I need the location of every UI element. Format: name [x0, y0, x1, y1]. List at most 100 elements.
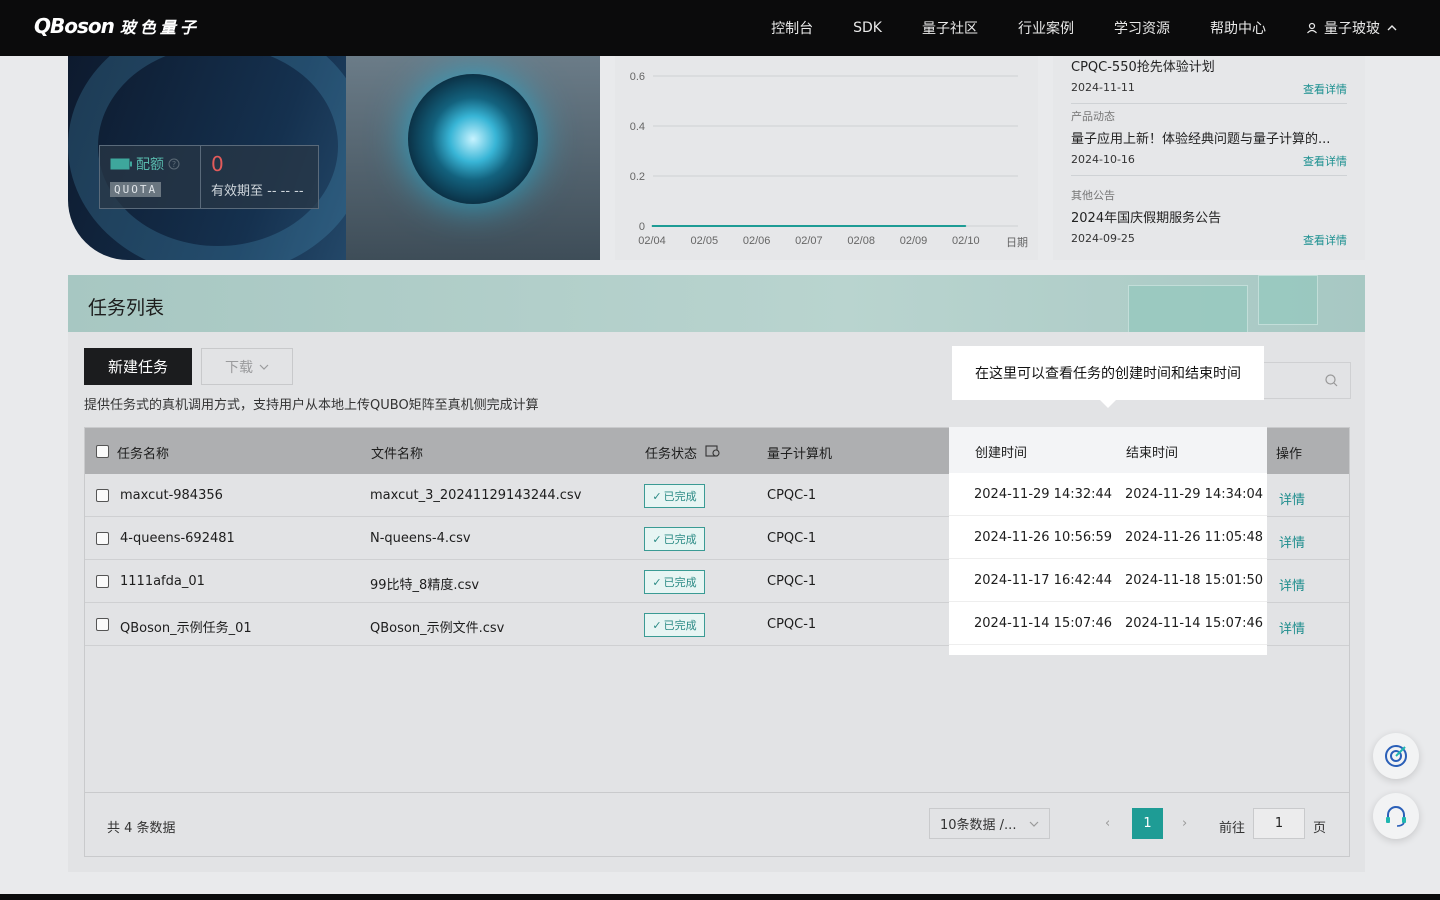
help-circle-icon[interactable]: ? [168, 158, 180, 170]
column-header-file-name: 文件名称 [371, 447, 424, 462]
quota-value: 0 [211, 152, 224, 176]
status-badge: ✓ 已完成 [644, 484, 705, 508]
user-icon [1307, 22, 1317, 34]
battery-icon [110, 158, 132, 170]
news-title[interactable]: 2024年国庆假期服务公告 [1071, 207, 1347, 226]
news-detail-link[interactable]: 查看详情 [1303, 153, 1347, 169]
hero-glow [408, 74, 538, 204]
svg-text:?: ? [172, 160, 176, 169]
news-detail-link[interactable]: 查看详情 [1303, 232, 1347, 248]
highlight-row: 2024-11-26 10:56:59 2024-11-26 11:05:48 [949, 516, 1267, 559]
x-tick-label: 02/08 [847, 235, 875, 247]
news-item: 其他公告 2024年国庆假期服务公告 2024-09-25 查看详情 [1071, 187, 1347, 254]
column-header-action: 操作 [1276, 447, 1303, 462]
search-icon[interactable] [1325, 374, 1338, 387]
news-detail-link[interactable]: 查看详情 [1303, 81, 1347, 97]
row-checkbox[interactable] [96, 618, 109, 631]
header-decoration [1128, 285, 1248, 332]
user-menu[interactable]: 量子玻玻 [1306, 18, 1398, 38]
news-date: 2024-10-16 [1071, 153, 1135, 166]
column-header-task-name: 任务名称 [117, 447, 170, 462]
ended-time: 2024-11-18 15:01:50 [1125, 573, 1264, 588]
chevron-up-icon [1387, 25, 1397, 31]
created-time: 2024-11-17 16:42:44 [974, 573, 1113, 588]
news-card: CPQC-550抢先体验计划 2024-11-11 查看详情 产品动态 量子应用… [1053, 56, 1365, 260]
column-header-ended: 结束时间 [1126, 446, 1179, 461]
status-badge: ✓ 已完成 [644, 527, 705, 551]
status-badge: ✓ 已完成 [644, 570, 705, 594]
data-point [703, 225, 705, 227]
x-tick-label: 02/06 [743, 235, 771, 247]
page-size-select[interactable]: 10条数据 /... [929, 808, 1050, 839]
row-checkbox[interactable] [96, 575, 109, 588]
select-all-checkbox[interactable] [96, 445, 109, 458]
detail-link[interactable]: 详情 [1279, 575, 1305, 594]
top-navbar: QBoson 玻色量子 控制台 SDK 量子社区 行业案例 学习资源 帮助中心 … [0, 0, 1440, 56]
task-name: maxcut-984356 [120, 488, 223, 503]
row-checkbox[interactable] [96, 532, 109, 545]
detail-link[interactable]: 详情 [1279, 532, 1305, 551]
highlight-row: 2024-11-14 15:07:46 2024-11-14 15:07:46 [949, 602, 1267, 645]
next-page-icon[interactable]: › [1182, 816, 1187, 831]
y-tick-label: 0.6 [630, 71, 645, 83]
news-title[interactable]: 量子应用上新！体验经典问题与量子计算的... [1071, 128, 1347, 147]
y-tick-label: 0.4 [630, 121, 645, 133]
goto-page-input[interactable]: 1 [1253, 808, 1305, 839]
created-time: 2024-11-14 15:07:46 [974, 616, 1113, 631]
ended-time: 2024-11-26 11:05:48 [1125, 530, 1264, 545]
data-point [756, 225, 758, 227]
ended-time: 2024-11-14 15:07:46 [1125, 616, 1264, 631]
target-float-button[interactable] [1373, 733, 1419, 779]
prev-page-icon[interactable]: ‹ [1105, 816, 1110, 831]
page-number-current[interactable]: 1 [1132, 808, 1163, 839]
time-columns-highlight: 创建时间 结束时间 2024-11-29 14:32:44 2024-11-29… [949, 427, 1267, 655]
new-task-button[interactable]: 新建任务 [84, 348, 192, 385]
nav-item-community[interactable]: 量子社区 [922, 18, 978, 38]
y-tick-label: 0.2 [630, 171, 645, 183]
data-point [808, 225, 810, 227]
file-name: 99比特_8精度.csv [370, 578, 480, 593]
news-date: 2024-11-11 [1071, 81, 1135, 94]
page-size-value: 10条数据 /... [940, 818, 1017, 833]
file-name: N-queens-4.csv [370, 531, 471, 546]
task-name: 4-queens-692481 [120, 531, 235, 546]
row-checkbox[interactable] [96, 489, 109, 502]
nav-menu: 控制台 SDK 量子社区 行业案例 学习资源 帮助中心 量子玻玻 [771, 0, 1398, 56]
usage-chart-card: 0 0.2 0.4 0.6 02/04 02/05 02/06 02/07 02/08 02/09… [615, 56, 1038, 260]
nav-item-sdk[interactable]: SDK [853, 20, 882, 36]
download-label: 下载 [225, 359, 253, 376]
created-time: 2024-11-26 10:56:59 [974, 530, 1113, 545]
data-point [965, 225, 967, 227]
column-header-status: 任务状态 [645, 447, 698, 462]
target-icon [1385, 745, 1407, 767]
search-input[interactable] [1261, 362, 1351, 399]
ended-time: 2024-11-29 14:34:04 [1125, 487, 1264, 502]
news-title[interactable]: CPQC-550抢先体验计划 [1071, 56, 1347, 75]
created-time: 2024-11-29 14:32:44 [974, 487, 1113, 502]
news-category: 产品动态 [1071, 110, 1115, 123]
download-button[interactable]: 下载 [201, 348, 293, 385]
filter-icon[interactable] [705, 444, 721, 458]
bottom-bar [0, 894, 1440, 900]
x-tick-label: 02/04 [638, 235, 666, 247]
nav-item-console[interactable]: 控制台 [771, 18, 813, 38]
machine-name: CPQC-1 [767, 531, 817, 546]
file-name: maxcut_3_20241129143244.csv [370, 488, 582, 503]
data-point [913, 225, 914, 227]
machine-name: CPQC-1 [767, 488, 817, 503]
quota-tag: QUOTA [110, 182, 162, 197]
task-list-header: 任务列表 [68, 275, 1365, 332]
check-icon: ✓ [652, 575, 662, 589]
nav-item-cases[interactable]: 行业案例 [1018, 18, 1074, 38]
logo[interactable]: QBoson 玻色量子 [34, 14, 200, 38]
nav-item-learning[interactable]: 学习资源 [1114, 18, 1170, 38]
detail-link[interactable]: 详情 [1279, 489, 1305, 508]
file-name: QBoson_示例文件.csv [370, 621, 505, 636]
data-point [651, 225, 653, 227]
quota-label-row: 配额 ? [110, 154, 190, 174]
customer-service-float-button[interactable] [1373, 793, 1419, 839]
highlight-row: 2024-11-29 14:32:44 2024-11-29 14:34:04 [949, 473, 1267, 516]
detail-link[interactable]: 详情 [1279, 618, 1305, 637]
machine-name: CPQC-1 [767, 617, 817, 632]
nav-item-help[interactable]: 帮助中心 [1210, 18, 1266, 38]
